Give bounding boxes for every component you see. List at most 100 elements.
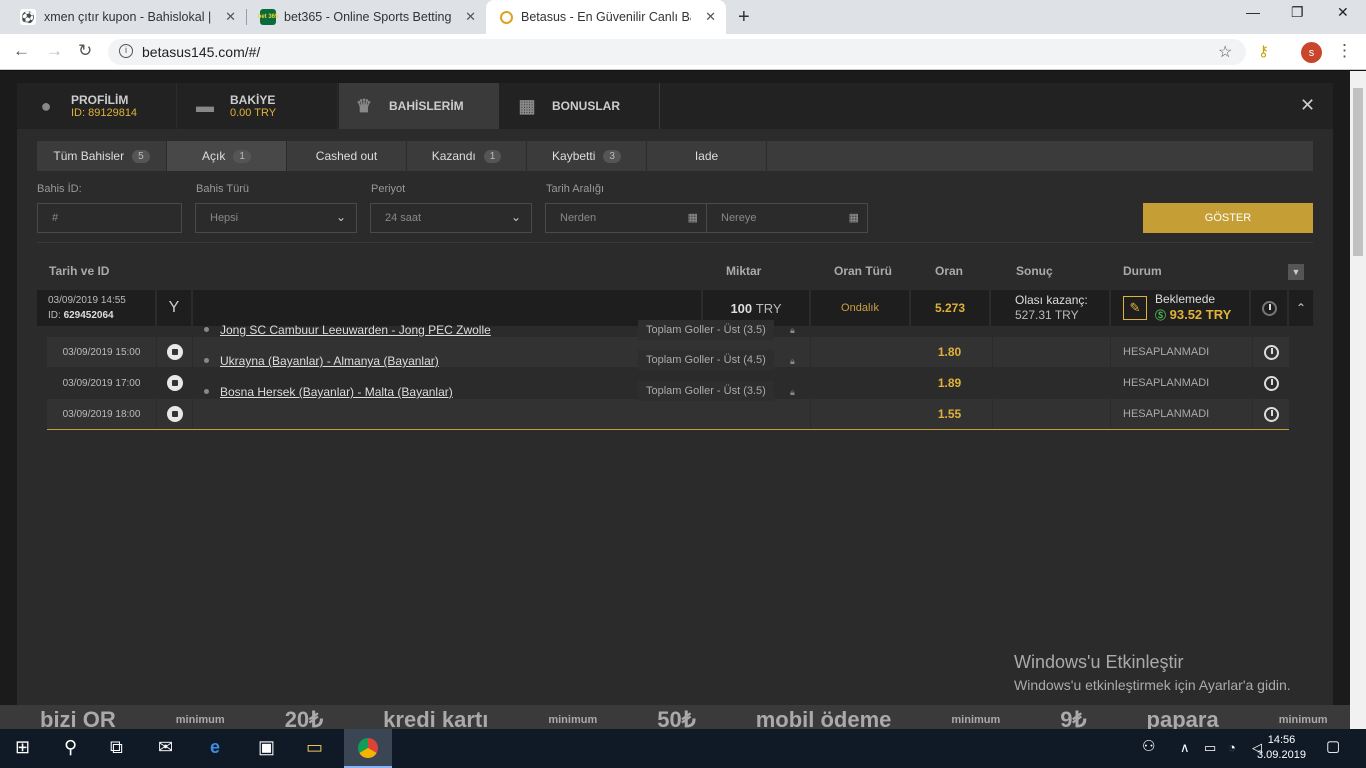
url-text[interactable]: betasus145.com/#/ — [142, 44, 260, 60]
file-explorer-icon[interactable]: ▭ — [306, 737, 323, 758]
filter-tab-won[interactable]: Kazandı 1 — [407, 141, 527, 171]
close-window-icon[interactable]: ✕ — [1337, 4, 1349, 21]
selection-odds: 1.80 — [907, 337, 993, 367]
show-button[interactable]: GÖSTER — [1143, 203, 1313, 233]
selection-sport — [157, 337, 193, 367]
filter-tab-refund[interactable]: Iade — [647, 141, 767, 171]
selection-odds: 1.55 — [907, 399, 993, 429]
selection-sport — [157, 399, 193, 429]
maximize-icon[interactable]: ❐ — [1291, 4, 1304, 21]
avatar[interactable]: s — [1301, 42, 1322, 63]
tab-bonuses-label: BONUSLAR — [552, 99, 620, 113]
wifi-icon[interactable]: ◔ — [1228, 740, 1236, 755]
filter-tab-all[interactable]: Tüm Bahisler 5 — [37, 141, 167, 171]
omnibox[interactable] — [108, 39, 1246, 65]
market-label: Toplam Goller - Üst (4.5) — [638, 350, 774, 370]
browser-tab-bahislokal[interactable]: ⚽ xmen çıtır kupon - Bahislokal | Ba ✕ — [6, 0, 246, 34]
banner-text: papara — [1146, 707, 1219, 729]
bet-type-value: Hepsi — [210, 212, 239, 224]
filter-tab-label: Cashed out — [315, 149, 378, 163]
close-tab-icon[interactable]: ✕ — [225, 9, 236, 25]
collapse-all-icon[interactable]: ▼ — [1288, 264, 1304, 280]
clock-date: 3.09.2019 — [1257, 749, 1306, 761]
bet-type-label: Bahis Türü — [196, 183, 249, 195]
scrollbar-thumb[interactable] — [1353, 88, 1363, 256]
new-tab-icon[interactable]: + — [738, 6, 750, 29]
bullet — [204, 327, 209, 332]
tab-my-bets[interactable]: ♛ BAHİSLERİM — [339, 83, 499, 129]
browser-tab-betasus[interactable]: Betasus - En Güvenilir Canlı Bahis ✕ — [486, 0, 726, 34]
bet-id-prefix: ID: — [48, 310, 61, 321]
filter-tab-label: Kazandı — [431, 149, 476, 163]
header-date-id: Tarih ve ID — [49, 264, 110, 278]
count-badge: 1 — [233, 149, 251, 163]
battery-icon[interactable]: ▭ — [1204, 740, 1216, 756]
bookmark-star-icon[interactable]: ☆ — [1218, 42, 1232, 62]
close-modal-icon[interactable]: ✕ — [1300, 95, 1315, 116]
activation-watermark-title: Windows'u Etkinleştir — [1014, 652, 1184, 672]
menu-dots-icon[interactable]: ⋮ — [1336, 41, 1353, 61]
match-link[interactable]: Ukrayna (Bayanlar) - Almanya (Bayanlar) — [220, 354, 439, 368]
tab-bonuses[interactable]: ▦ BONUSLAR — [500, 83, 660, 129]
filter-tab-cashed-out[interactable]: Cashed out — [287, 141, 407, 171]
calendar-icon[interactable]: ▦ — [688, 211, 698, 224]
banner-text: 20₺ — [284, 707, 324, 729]
store-icon[interactable]: ▣ — [258, 737, 275, 758]
clock-cell — [1253, 337, 1289, 367]
edge-icon[interactable]: e — [210, 737, 220, 758]
match-link[interactable]: Jong SC Cambuur Leeuwarden - Jong PEC Zw… — [220, 323, 491, 337]
mail-icon[interactable]: ✉ — [158, 737, 173, 758]
date-to-placeholder: Nereye — [721, 212, 757, 224]
bet-id-input[interactable]: # — [37, 203, 182, 233]
tab-title: Betasus - En Güvenilir Canlı Bahis — [521, 10, 691, 24]
selection-status: HESAPLANMADI — [1111, 337, 1253, 367]
calendar-icon[interactable]: ▦ — [849, 211, 859, 224]
minimize-icon[interactable]: — — [1246, 4, 1260, 20]
task-view-icon[interactable]: ⧉ — [110, 737, 123, 758]
forward-icon[interactable]: → — [46, 41, 63, 61]
back-icon[interactable]: ← — [13, 41, 30, 61]
tab-balance[interactable]: ▬ BAKİYE 0.00 TRY — [178, 83, 338, 129]
period-select[interactable]: 24 saat ⌄ — [370, 203, 532, 233]
cash-coin-icon: Ⓢ — [1155, 310, 1166, 322]
bet-id-label: Bahis İD: — [37, 183, 82, 195]
bet365-icon: bet 365 — [258, 9, 278, 25]
filter-tab-open[interactable]: Açık 1 — [167, 141, 287, 171]
people-icon[interactable]: ⚇ — [1142, 737, 1155, 755]
notifications-icon[interactable]: ▢ — [1326, 737, 1340, 755]
bet-type-select[interactable]: Hepsi ⌄ — [195, 203, 357, 233]
bet-odds: 5.273 — [911, 290, 991, 326]
bullet — [204, 389, 209, 394]
clock-icon — [1263, 344, 1279, 360]
edit-pencil-icon[interactable]: ✎ — [1123, 296, 1147, 320]
date-from-input[interactable]: Nerden ▦ — [545, 203, 707, 233]
taskbar-clock[interactable]: 14:56 3.09.2019 — [1257, 733, 1306, 763]
tab-title: xmen çıtır kupon - Bahislokal | Ba — [44, 10, 214, 24]
match-link[interactable]: Bosna Hersek (Bayanlar) - Malta (Bayanla… — [220, 385, 453, 399]
table-row: 03/09/2019 18:00 1.55 HESAPLANMADI — [47, 399, 1289, 429]
bet-currency: TRY — [755, 300, 782, 316]
date-to-input[interactable]: Nereye ▦ — [706, 203, 868, 233]
close-tab-icon[interactable]: ✕ — [465, 9, 476, 25]
search-icon[interactable]: ⚲ — [64, 737, 77, 758]
info-icon[interactable]: i — [119, 44, 133, 58]
collapse-icon[interactable]: ⌃ — [1289, 290, 1313, 326]
chevron-up-icon[interactable]: ∧ — [1180, 740, 1190, 756]
bet-id: 629452064 — [63, 310, 114, 321]
selection-result — [993, 368, 1111, 398]
wallet-icon: ▬ — [196, 95, 214, 116]
banner-text: 50₺ — [657, 707, 696, 729]
tab-profile[interactable]: ● PROFİLİM ID: 89129814 — [17, 83, 177, 129]
filter-tab-lost[interactable]: Kaybetti 3 — [527, 141, 647, 171]
selection-status: HESAPLANMADI — [1111, 399, 1253, 429]
tab-my-bets-label: BAHİSLERİM — [389, 99, 464, 113]
browser-tab-bet365[interactable]: bet 365 bet365 - Online Sports Betting ✕ — [246, 0, 486, 34]
extension-key-icon[interactable]: ⚷ — [1258, 42, 1269, 60]
selection-status: HESAPLANMADI — [1111, 368, 1253, 398]
close-tab-icon[interactable]: ✕ — [705, 9, 716, 25]
clock-time: 14:56 — [1267, 734, 1296, 746]
windows-start-icon[interactable]: ⊞ — [15, 737, 30, 758]
header-status: Durum — [1123, 264, 1162, 278]
banner-text: minimum — [175, 714, 225, 726]
reload-icon[interactable]: ↻ — [78, 41, 92, 61]
